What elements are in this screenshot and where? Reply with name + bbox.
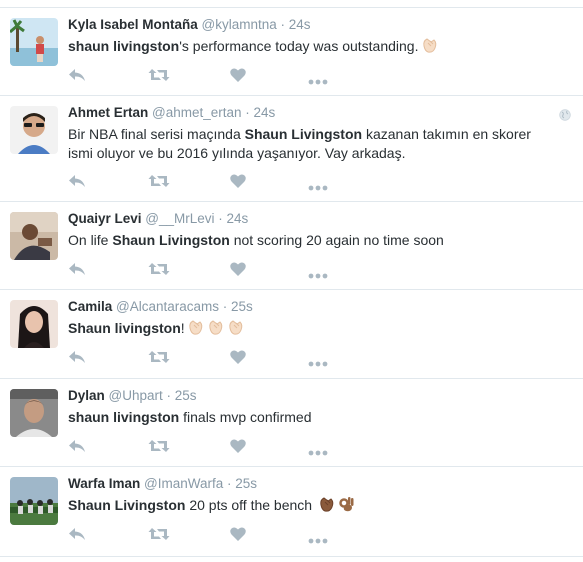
tweet-header: Quaiyr Levi @__MrLevi · 24s: [68, 211, 248, 227]
like-icon[interactable]: [230, 525, 252, 545]
like-icon[interactable]: [230, 437, 252, 457]
avatar[interactable]: [10, 212, 58, 260]
reply-icon[interactable]: [68, 172, 90, 192]
author-name[interactable]: Ahmet Ertan: [68, 105, 148, 120]
reply-icon[interactable]: [68, 437, 90, 457]
tweet: Camila @Alcantaracams · 25s Shaun livings…: [0, 290, 583, 379]
tweet-header: Dylan @Uhpart · 25s: [68, 388, 197, 404]
tweet-text: On life Shaun Livingston not scoring 20 …: [68, 232, 444, 248]
separator-dot: ·: [219, 299, 232, 314]
separator-dot: ·: [214, 211, 227, 226]
clapping-hands-emoji: [207, 319, 225, 341]
author-name[interactable]: Dylan: [68, 388, 105, 403]
author-handle[interactable]: @Uhpart: [105, 388, 163, 403]
author-handle[interactable]: @ahmet_ertan: [148, 105, 242, 120]
tweet-header: Ahmet Ertan @ahmet_ertan · 24s: [68, 105, 275, 121]
highlighted-query: Shaun Livingston: [68, 497, 186, 513]
author-handle[interactable]: @__MrLevi: [142, 211, 214, 226]
globe-icon: [559, 108, 571, 126]
like-icon[interactable]: [230, 66, 252, 86]
more-icon[interactable]: [308, 172, 330, 196]
tweet: Ahmet Ertan @ahmet_ertan · 24s Bir NBA fi…: [0, 96, 583, 202]
more-icon[interactable]: [308, 66, 330, 90]
retweet-icon[interactable]: [148, 66, 170, 86]
more-icon[interactable]: [308, 437, 330, 461]
timestamp[interactable]: 24s: [227, 211, 249, 226]
tweet-text: Shaun Livingston 20 pts off the bench: [68, 496, 558, 518]
avatar[interactable]: [10, 477, 58, 525]
author-name[interactable]: Warfa Iman: [68, 476, 140, 491]
retweet-icon[interactable]: [148, 172, 170, 192]
tweet-text: shaun livingston finals mvp confirmed: [68, 409, 312, 425]
separator-dot: ·: [162, 388, 175, 403]
timestamp[interactable]: 25s: [231, 299, 253, 314]
avatar[interactable]: [10, 18, 58, 66]
timestamp[interactable]: 25s: [235, 476, 257, 491]
highlighted-query: shaun livingston: [68, 38, 180, 54]
retweet-icon[interactable]: [148, 348, 170, 368]
highlighted-query: Shaun livingston: [68, 320, 181, 336]
retweet-icon[interactable]: [148, 437, 170, 457]
avatar[interactable]: [10, 300, 58, 348]
tweet-header: Kyla Isabel Montaña @kylamntna · 24s: [68, 17, 311, 33]
reply-icon[interactable]: [68, 525, 90, 545]
reply-icon[interactable]: [68, 66, 90, 86]
retweet-icon[interactable]: [148, 525, 170, 545]
author-handle[interactable]: @ImanWarfa: [140, 476, 223, 491]
tweet-feed: Kyla Isabel Montaña @kylamntna · 24s shau…: [0, 0, 583, 562]
author-name[interactable]: Kyla Isabel Montaña: [68, 17, 198, 32]
tweet: Warfa Iman @ImanWarfa · 25s Shaun Livings…: [0, 467, 583, 557]
reply-icon[interactable]: [68, 348, 90, 368]
more-icon[interactable]: [308, 260, 330, 284]
tweet: Dylan @Uhpart · 25s shaun livingston fina…: [0, 379, 583, 467]
separator-dot: ·: [223, 476, 236, 491]
separator-dot: ·: [241, 105, 254, 120]
clapping-hands-emoji: [227, 319, 245, 341]
like-icon[interactable]: [230, 260, 252, 280]
highlighted-query: shaun livingston: [68, 409, 180, 425]
more-icon[interactable]: [308, 525, 330, 549]
author-name[interactable]: Camila: [68, 299, 112, 314]
author-handle[interactable]: @kylamntna: [198, 17, 277, 32]
timestamp[interactable]: 24s: [289, 17, 311, 32]
highlighted-query: Shaun Livingston: [244, 126, 363, 142]
timestamp[interactable]: 24s: [254, 105, 276, 120]
tweet-text: shaun livingston's performance today was…: [68, 37, 558, 59]
avatar[interactable]: [10, 389, 58, 437]
tweet: Quaiyr Levi @__MrLevi · 24s On life Shaun…: [0, 202, 583, 290]
more-icon[interactable]: [308, 348, 330, 372]
highlighted-query: Shaun Livingston: [112, 232, 230, 248]
tweet-header: Warfa Iman @ImanWarfa · 25s: [68, 476, 257, 492]
clapping-hands-emoji: [421, 37, 439, 59]
author-handle[interactable]: @Alcantaracams: [112, 299, 219, 314]
timestamp[interactable]: 25s: [175, 388, 197, 403]
ok-hand-dark-emoji: [338, 496, 356, 518]
reply-icon[interactable]: [68, 260, 90, 280]
like-icon[interactable]: [230, 348, 252, 368]
retweet-icon[interactable]: [148, 260, 170, 280]
separator-dot: ·: [276, 17, 289, 32]
tweet-text: Shaun livingston!: [68, 319, 558, 341]
tweet-text: Bir NBA final serisi maçında Shaun Livin…: [68, 126, 531, 161]
clapping-hands-emoji: [187, 319, 205, 341]
clapping-hands-dark-emoji: [318, 496, 336, 518]
author-name[interactable]: Quaiyr Levi: [68, 211, 142, 226]
tweet-header: Camila @Alcantaracams · 25s: [68, 299, 253, 315]
like-icon[interactable]: [230, 172, 252, 192]
avatar[interactable]: [10, 106, 58, 154]
tweet: Kyla Isabel Montaña @kylamntna · 24s shau…: [0, 8, 583, 96]
